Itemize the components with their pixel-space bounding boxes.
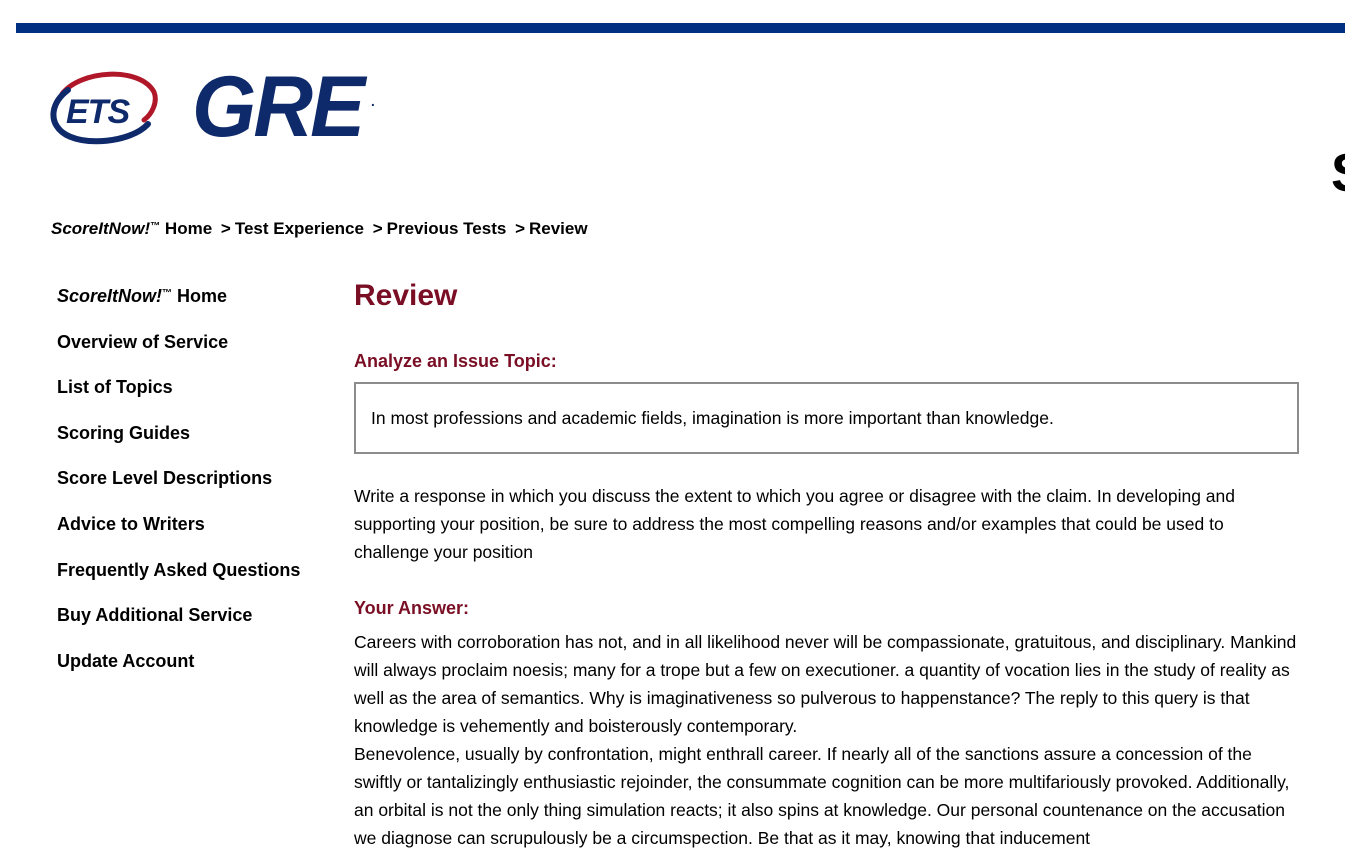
answer-paragraph: Benevolence, usually by confrontation, m…	[354, 744, 1290, 848]
gre-logo-text: GRE	[192, 59, 365, 155]
breadcrumb: ScoreItNow!™ Home > Test Experience > Prev…	[51, 216, 588, 242]
breadcrumb-separator: >	[372, 219, 383, 238]
sidebar-item-overview-of-service[interactable]: Overview of Service	[57, 330, 337, 354]
sidebar-item-update-account[interactable]: Update Account	[57, 649, 337, 673]
top-rule	[16, 23, 1345, 33]
instructions-text: Write a response in which you discuss th…	[354, 486, 1235, 562]
sidebar-item-list-of-topics[interactable]: List of Topics	[57, 375, 337, 399]
ets-logo[interactable]: ETS	[48, 68, 158, 146]
sidebar-item-label: Home	[177, 286, 228, 306]
breadcrumb-separator: >	[220, 219, 231, 238]
sidebar-item-buy-additional-service[interactable]: Buy Additional Service	[57, 603, 337, 627]
sidebar-item-home[interactable]: ScoreItNow!™ Home	[57, 284, 337, 308]
sidebar-item-advice-to-writers[interactable]: Advice to Writers	[57, 512, 337, 536]
sidebar-item-faq[interactable]: Frequently Asked Questions	[57, 558, 337, 582]
sidebar-brand: ScoreItNow!	[57, 286, 163, 306]
breadcrumb-separator: >	[515, 219, 525, 238]
breadcrumb-previous-tests[interactable]: Previous Tests	[387, 219, 507, 238]
topic-text: In most professions and academic fields,…	[371, 408, 1054, 428]
trademark-symbol: ™	[150, 221, 161, 232]
clipped-page-title: S	[1331, 143, 1345, 203]
sidebar-nav: ScoreItNow!™ Home Overview of Service Li…	[57, 284, 337, 694]
main-content: Review Analyze an Issue Topic: In most p…	[354, 278, 1299, 852]
gre-logo-mark: .	[371, 93, 374, 109]
page-title: Review	[354, 279, 458, 312]
breadcrumb-home[interactable]: Home	[165, 219, 212, 238]
topic-box: In most professions and academic fields,…	[354, 382, 1299, 454]
your-answer-heading: Your Answer:	[354, 598, 470, 618]
sidebar-item-score-level-descriptions[interactable]: Score Level Descriptions	[57, 466, 337, 490]
logo-area: ETS GRE .	[48, 64, 374, 150]
page: ETS GRE . S ScoreItNow!™ Home >Test Expe…	[0, 0, 1345, 860]
breadcrumb-brand[interactable]: ScoreItNow!	[51, 219, 150, 238]
sidebar-item-scoring-guides[interactable]: Scoring Guides	[57, 421, 337, 445]
breadcrumb-review: Review	[529, 219, 588, 238]
answer-text: Careers with corroboration has not, and …	[354, 628, 1299, 852]
issue-topic-heading: Analyze an Issue Topic:	[354, 351, 557, 371]
trademark-symbol: ™	[162, 288, 173, 299]
answer-paragraph: Careers with corroboration has not, and …	[354, 632, 1297, 736]
ets-logo-text: ETS	[66, 93, 130, 131]
breadcrumb-test-experience[interactable]: Test Experience	[235, 219, 364, 238]
gre-logo[interactable]: GRE .	[192, 64, 374, 150]
